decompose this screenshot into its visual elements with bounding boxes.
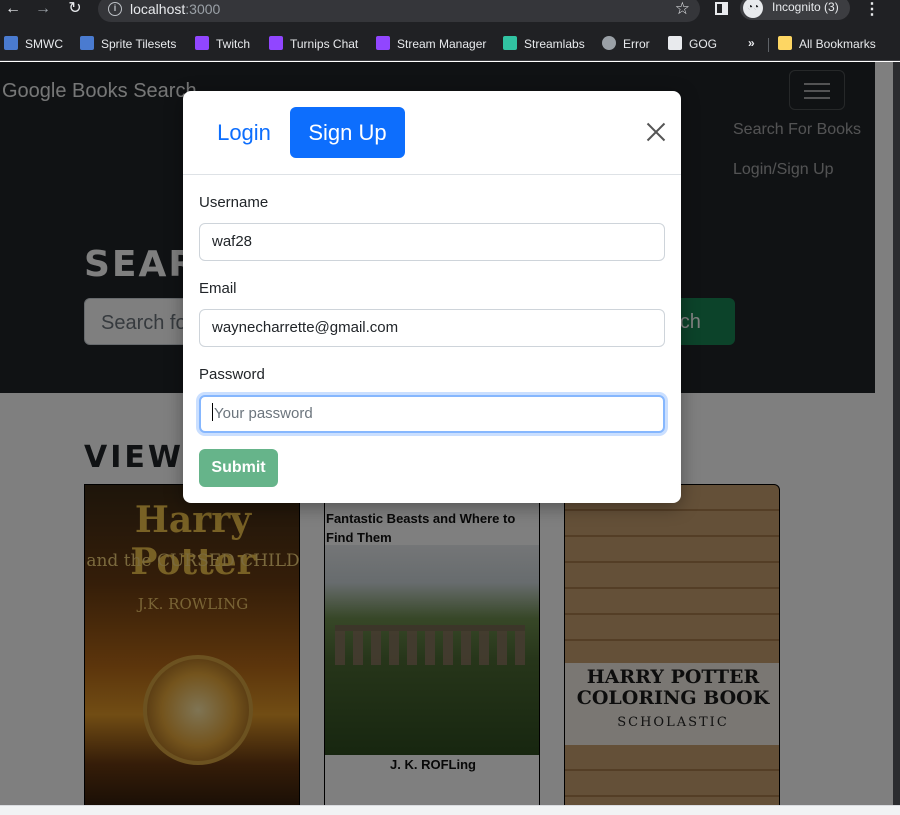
incognito-indicator[interactable]: ◔◔ Incognito (3): [740, 0, 850, 20]
bookmarks-overflow-button[interactable]: »: [748, 36, 755, 52]
twitch-icon: [376, 36, 390, 50]
smwc-icon: [80, 36, 94, 50]
all-bookmarks[interactable]: All Bookmarks: [778, 36, 876, 52]
bookmark-stream-manager[interactable]: Stream Manager: [376, 36, 486, 52]
close-icon[interactable]: [645, 121, 667, 143]
site-info-icon[interactable]: i: [108, 2, 122, 16]
modal-header: Login Sign Up: [183, 91, 681, 175]
bookmark-error[interactable]: Error: [602, 36, 650, 52]
scrollbar[interactable]: [893, 62, 900, 805]
username-field[interactable]: waf28: [199, 223, 665, 261]
window-bottom-edge: [0, 805, 900, 815]
bookmark-streamlabs[interactable]: Streamlabs: [503, 36, 585, 52]
twitch-icon: [269, 36, 283, 50]
star-icon[interactable]: ☆: [675, 0, 690, 19]
incognito-label: Incognito (3): [772, 0, 839, 14]
username-label: Username: [199, 194, 269, 211]
browser-toolbar: ← → ↻ i localhost:3000 ☆ ◔◔ Incognito (3…: [0, 0, 900, 28]
bookmark-turnips-chat[interactable]: Turnips Chat: [269, 36, 358, 52]
email-field[interactable]: waynecharrette@gmail.com: [199, 309, 665, 347]
url-text: localhost:3000: [130, 1, 221, 17]
password-label: Password: [199, 366, 265, 383]
tab-login[interactable]: Login: [199, 107, 289, 158]
password-placeholder: Your password: [214, 405, 313, 422]
email-value: waynecharrette@gmail.com: [212, 319, 399, 336]
arrow-left-icon[interactable]: ←: [2, 0, 24, 18]
bookmarks-divider: [768, 38, 769, 52]
tab-signup[interactable]: Sign Up: [290, 107, 405, 158]
globe-icon: [602, 36, 616, 50]
email-label: Email: [199, 280, 237, 297]
twitch-icon: [195, 36, 209, 50]
side-panel-icon[interactable]: [715, 2, 728, 15]
text-caret: [212, 403, 213, 421]
reload-icon[interactable]: ↻: [64, 0, 86, 18]
bookmark-sprite-tilesets[interactable]: Sprite Tilesets: [80, 36, 176, 52]
password-field[interactable]: Your password: [199, 395, 665, 433]
gog-icon: [668, 36, 682, 50]
bookmarks-bar: SMWC Sprite Tilesets Twitch Turnips Chat…: [0, 28, 900, 61]
bookmark-gog[interactable]: GOG: [668, 36, 717, 52]
kebab-menu-icon[interactable]: ⋮: [864, 0, 880, 19]
folder-icon: [778, 36, 792, 50]
incognito-icon: ◔◔: [743, 0, 763, 18]
streamlabs-icon: [503, 36, 517, 50]
auth-modal: Login Sign Up Username waf28 Email wayne…: [183, 91, 681, 503]
bookmark-smwc[interactable]: SMWC: [4, 36, 63, 52]
username-value: waf28: [212, 233, 253, 250]
arrow-right-icon[interactable]: →: [32, 0, 54, 18]
submit-button[interactable]: Submit: [199, 449, 278, 487]
address-bar[interactable]: i localhost:3000 ☆: [98, 0, 700, 22]
bookmark-twitch[interactable]: Twitch: [195, 36, 250, 52]
smwc-icon: [4, 36, 18, 50]
